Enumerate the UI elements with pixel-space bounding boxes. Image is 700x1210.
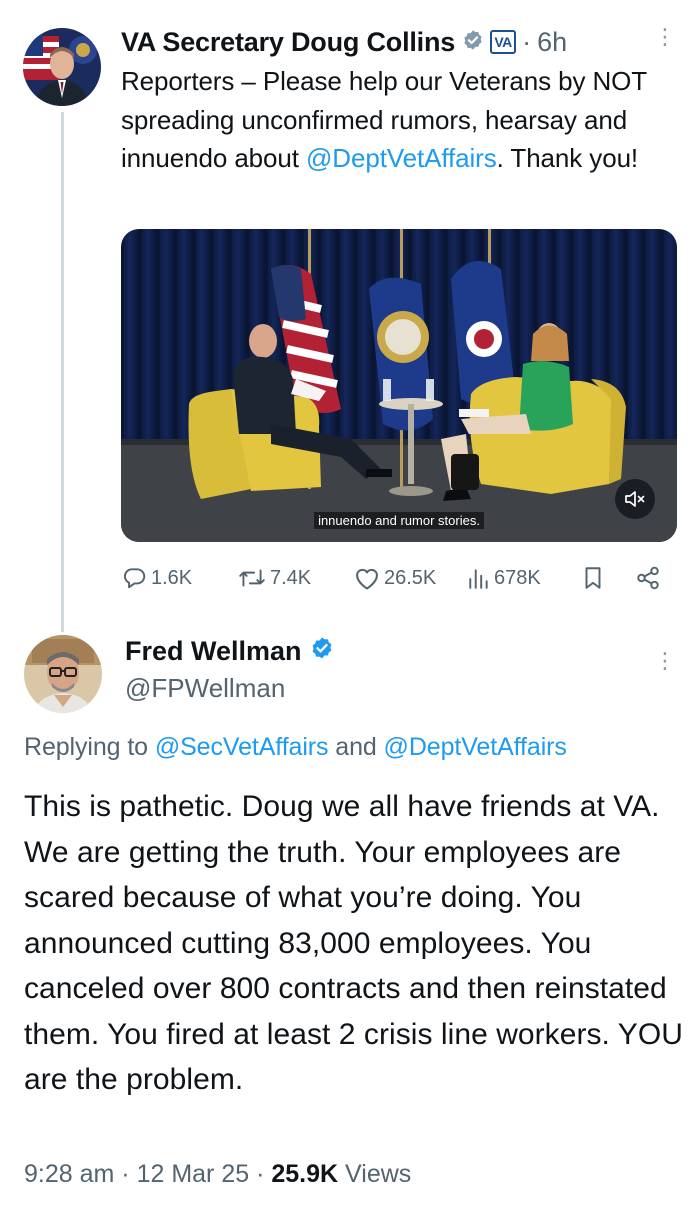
replying-and-label: and [328, 733, 384, 761]
more-vertical-icon: ⋮ [654, 24, 676, 49]
reply-button[interactable]: 1.6K [121, 565, 192, 591]
tweet-header: VA Secretary Doug Collins VA · 6h [121, 24, 691, 60]
thread-connector-line [61, 112, 64, 632]
tweet-time-ago[interactable]: 6h [537, 27, 567, 58]
bookmark-icon [585, 567, 601, 589]
tweet-time[interactable]: 9:28 am [24, 1160, 114, 1188]
replying-mention-secvetaffairs[interactable]: @SecVetAffairs [155, 733, 329, 761]
separator-dot: · [256, 1160, 265, 1188]
replying-mention-deptvetaffairs[interactable]: @DeptVetAffairs [384, 733, 567, 761]
repost-icon [239, 569, 265, 587]
mute-button[interactable] [615, 479, 655, 519]
video-caption-text: innuendo and rumor stories. [314, 512, 484, 529]
author-name[interactable]: VA Secretary Doug Collins [121, 27, 455, 58]
more-vertical-icon: ⋮ [654, 648, 676, 673]
verified-gray-icon [462, 29, 484, 56]
tweet-metadata: 9:28 am · 12 Mar 25 · 25.9K Views [24, 1160, 411, 1189]
tweet-thread: VA Secretary Doug Collins VA · 6h ⋮ Repo… [0, 0, 700, 1210]
reply-author-name[interactable]: Fred Wellman [125, 636, 302, 667]
reply-count: 1.6K [151, 566, 193, 589]
like-count: 26.5K [384, 566, 437, 589]
separator-dot: · [121, 1160, 130, 1188]
separator-dot: · [522, 26, 532, 57]
mention-link[interactable]: @DeptVetAffairs [306, 143, 497, 173]
avatar-doug-collins[interactable] [23, 28, 101, 106]
video-frame-image [121, 229, 677, 542]
tweet-text: Reporters – Please help our Veterans by … [121, 62, 681, 178]
views-button[interactable]: 678K [467, 566, 541, 590]
avatar-fred-wellman[interactable] [24, 635, 102, 713]
share-icon [637, 566, 659, 590]
video-player[interactable]: innuendo and rumor stories. [121, 229, 677, 542]
like-icon [356, 568, 378, 590]
views-count: 678K [494, 566, 541, 589]
repost-count: 7.4K [270, 566, 312, 589]
verified-blue-icon [310, 636, 334, 667]
bookmark-button[interactable] [581, 565, 605, 591]
video-caption: innuendo and rumor stories. [121, 512, 677, 529]
reply-tweet-text: This is pathetic. Doug we all have frien… [24, 790, 683, 1096]
reply-more-options-button[interactable]: ⋮ [654, 650, 676, 672]
reply-author-name-row: Fred Wellman [125, 636, 334, 667]
tweet-date[interactable]: 12 Mar 25 [137, 1160, 250, 1188]
replying-to-label: Replying to [24, 733, 155, 761]
reply-icon [123, 568, 146, 589]
tweet-views-count: 25.9K [271, 1160, 339, 1188]
views-icon [469, 569, 488, 589]
more-options-button[interactable]: ⋮ [654, 26, 676, 48]
tweet-action-bar: 1.6K 7.4K 26.5K 678K [121, 560, 671, 596]
reply-author-handle[interactable]: @FPWellman [125, 673, 285, 704]
repost-button[interactable]: 7.4K [237, 565, 311, 591]
like-button[interactable]: 26.5K [353, 565, 436, 591]
mute-icon [625, 491, 645, 507]
tweet-views-label: Views [345, 1160, 412, 1188]
tweet-text-part: . Thank you! [496, 143, 639, 173]
replying-to-line: Replying to @SecVetAffairs and @DeptVetA… [24, 733, 567, 762]
va-affiliation-badge[interactable]: VA [490, 30, 517, 54]
share-button[interactable] [634, 565, 662, 591]
